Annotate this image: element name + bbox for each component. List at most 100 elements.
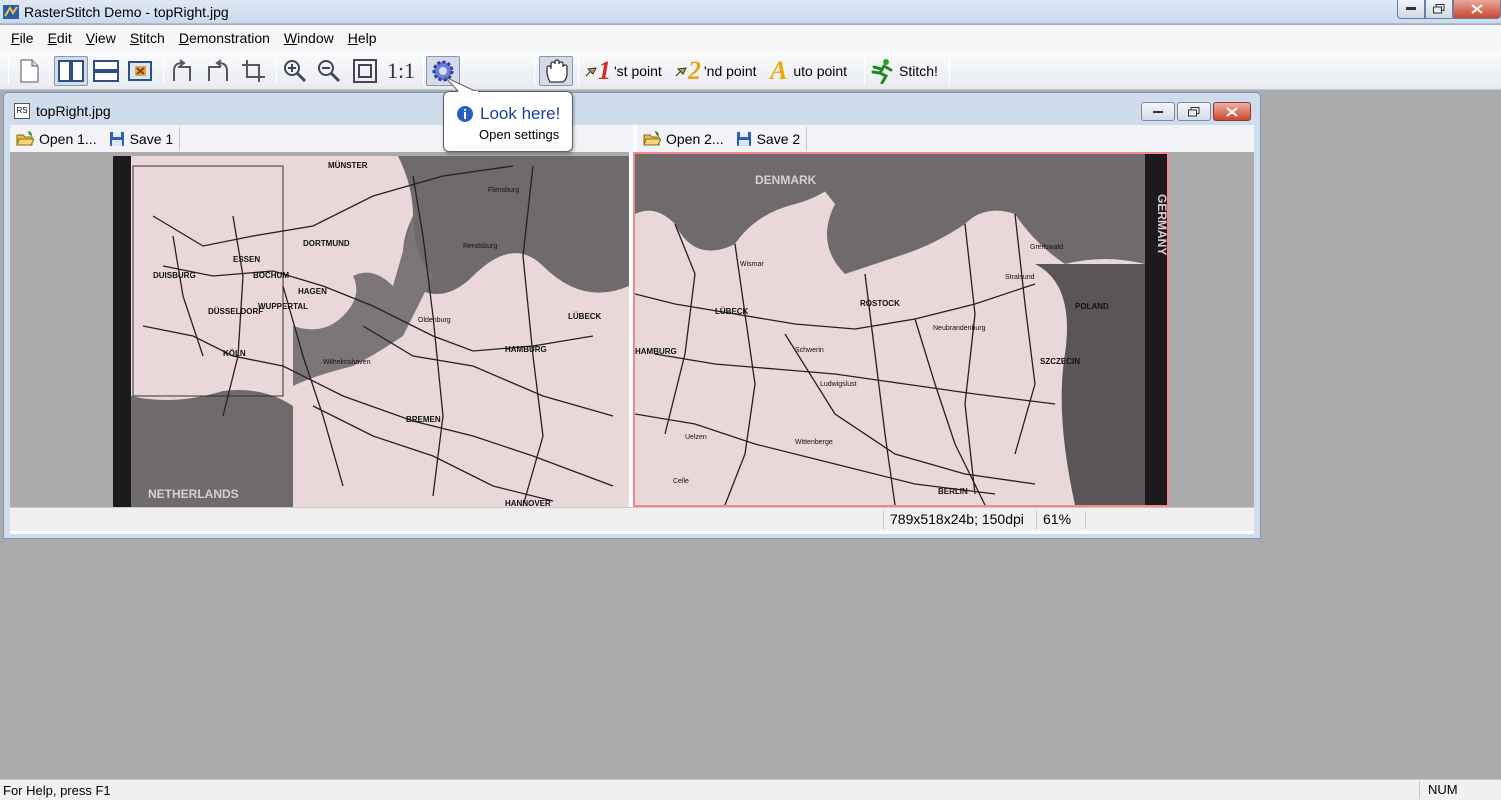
- close-button[interactable]: [1453, 0, 1501, 19]
- zoom-in-icon: [284, 60, 307, 83]
- fit-window-icon: [353, 59, 377, 83]
- left-map-place-label: Flensburg: [488, 187, 519, 194]
- open-1-button[interactable]: Open 1...: [10, 126, 103, 151]
- pin-icon: [675, 67, 687, 77]
- toolbar-grip: [8, 57, 9, 85]
- rotate-right-button[interactable]: [202, 56, 234, 86]
- menu-demonstration-label: emonstration: [188, 30, 270, 46]
- menu-file-mnemonic: F: [11, 30, 20, 46]
- new-button[interactable]: [14, 56, 44, 86]
- info-icon: [457, 106, 473, 122]
- combined-view-button[interactable]: [125, 56, 157, 86]
- left-map-place-label: MÜNSTER: [328, 161, 368, 170]
- menu-help[interactable]: Help: [341, 25, 384, 52]
- minimize-icon: [1406, 7, 1416, 10]
- save-2-button[interactable]: Save 2: [730, 126, 807, 151]
- save-1-button[interactable]: Save 1: [103, 126, 180, 151]
- left-map-place-label: DÜSSELDORF: [208, 307, 263, 316]
- left-map-place-label: BOCHUM: [253, 271, 289, 280]
- menu-file[interactable]: File: [4, 25, 41, 52]
- first-point-button[interactable]: 1 'st point: [584, 56, 670, 86]
- left-map-place-label: WUPPERTAL: [258, 302, 308, 311]
- main-toolbar: 1:1 1 'st point 2 'nd point A uto point …: [0, 52, 1501, 90]
- toolbar-separator: [534, 57, 535, 85]
- close-icon: [1226, 106, 1238, 117]
- right-map-place-label: POLAND: [1075, 302, 1109, 311]
- document-close-button[interactable]: [1213, 102, 1251, 121]
- right-map-place-label: Ludwigslust: [820, 381, 857, 388]
- actual-size-button[interactable]: 1:1: [383, 56, 419, 86]
- window-title: RasterStitch Demo - topRight.jpg: [24, 4, 229, 20]
- open-2-label: Open 2...: [666, 130, 724, 147]
- pan-button[interactable]: [539, 56, 573, 86]
- left-map-place-label: LÜBECK: [568, 312, 602, 321]
- document-icon: RS: [14, 103, 30, 119]
- close-icon: [1471, 4, 1483, 14]
- toolbar-separator: [949, 57, 950, 85]
- minimize-icon: [1153, 110, 1163, 113]
- rotate-right-icon: [208, 59, 228, 81]
- menu-file-label: ile: [19, 30, 34, 46]
- left-map-place-label: ESSEN: [233, 255, 260, 264]
- help-hint: For Help, press F1: [3, 783, 111, 798]
- menu-view-label: iew: [94, 30, 116, 46]
- fit-to-window-button[interactable]: [350, 56, 380, 86]
- image-info-field: 789x518x24b; 150dpi: [883, 511, 1035, 529]
- menu-bar: File Edit View Stitch Demonstration Wind…: [0, 25, 1501, 52]
- menu-help-mnemonic: H: [347, 30, 358, 46]
- zoom-out-button[interactable]: [314, 56, 344, 86]
- second-point-button[interactable]: 2 'nd point: [674, 56, 764, 86]
- zoom-in-button[interactable]: [280, 56, 310, 86]
- right-map-place-label: Wismar: [740, 261, 764, 268]
- document-status-bar: 789x518x24b; 150dpi 61%: [10, 507, 1254, 531]
- document-title-bar: RS topRight.jpg: [14, 103, 111, 119]
- left-image-canvas[interactable]: MÜNSTER DORTMUND BOCHUM ESSEN DUISBURG DÜSSEL…: [10, 152, 629, 507]
- rotate-left-button[interactable]: [167, 56, 199, 86]
- menu-edit[interactable]: Edit: [41, 25, 79, 52]
- side-by-side-view-button[interactable]: [54, 56, 88, 86]
- document-title: topRight.jpg: [36, 103, 111, 119]
- crop-button[interactable]: [238, 56, 270, 86]
- num-lock-indicator: NUM: [1419, 781, 1471, 799]
- new-document-icon: [20, 59, 39, 83]
- first-point-number: 1: [598, 56, 611, 85]
- tooltip-title-row: Look here!: [456, 104, 560, 124]
- left-map-place-label: DUISBURG: [153, 271, 196, 280]
- menu-view[interactable]: View: [79, 25, 123, 52]
- minimize-button[interactable]: [1397, 0, 1425, 19]
- stacked-view-button[interactable]: [89, 56, 123, 86]
- zoom-out-icon: [318, 60, 341, 83]
- rotate-left-icon: [173, 59, 191, 81]
- right-map-place-label: BERLIN: [938, 487, 968, 496]
- right-map-place-label: Celle: [673, 478, 689, 485]
- stitch-button[interactable]: Stitch!: [868, 56, 946, 86]
- image-document-window: RS topRight.jpg Open 1... Save 1 Open 2.…: [3, 92, 1261, 539]
- open-2-button[interactable]: Open 2...: [637, 126, 730, 151]
- auto-point-button[interactable]: A uto point: [770, 56, 860, 86]
- save-1-label: Save 1: [129, 130, 174, 147]
- right-map-place-label: GERMANY: [1155, 194, 1167, 255]
- menu-window[interactable]: Window: [277, 25, 341, 52]
- left-map-svg: MÜNSTER DORTMUND BOCHUM ESSEN DUISBURG DÜSSEL…: [113, 156, 629, 507]
- second-point-label: 'nd point: [704, 63, 757, 79]
- menu-demonstration[interactable]: Demonstration: [172, 25, 277, 52]
- document-maximize-button[interactable]: [1177, 102, 1211, 121]
- open-1-label: Open 1...: [39, 130, 97, 147]
- right-image-canvas[interactable]: DENMARK GERMANY POLAND ROSTOCK BERLIN LÜBECK H…: [633, 152, 1254, 507]
- title-bar: RasterStitch Demo - topRight.jpg: [0, 0, 1501, 24]
- split-horizontal-icon: [93, 60, 119, 82]
- pane-toolbar-separator: [806, 126, 808, 151]
- toolbar-separator: [49, 57, 50, 85]
- rasterstitch-app-icon[interactable]: [2, 3, 20, 21]
- open-folder-icon: [16, 130, 34, 145]
- maximize-button[interactable]: [1425, 0, 1453, 19]
- second-point-number: 2: [688, 56, 701, 85]
- left-map-image: MÜNSTER DORTMUND BOCHUM ESSEN DUISBURG DÜSSEL…: [113, 156, 629, 507]
- restore-icon: [1433, 4, 1445, 14]
- document-minimize-button[interactable]: [1141, 102, 1175, 121]
- tooltip-text: Open settings: [479, 127, 560, 142]
- menu-stitch[interactable]: Stitch: [123, 25, 172, 52]
- right-pane-toolbar: Open 2... Save 2: [637, 125, 1254, 152]
- menu-edit-label: dit: [56, 30, 72, 46]
- document-body: Open 1... Save 1 Open 2... Save 2 MÜNSTE…: [10, 125, 1254, 534]
